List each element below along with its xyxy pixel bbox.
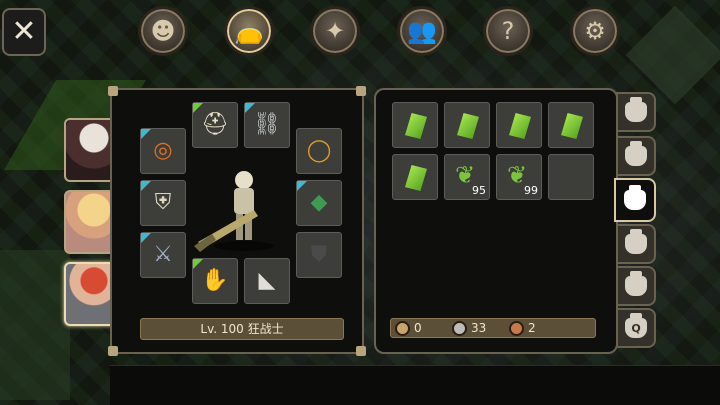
weapon-slot[interactable]: ⚔ <box>140 232 186 278</box>
bag-tab-1[interactable] <box>616 92 656 132</box>
ring-slot-left[interactable]: ◎ <box>140 128 186 174</box>
green-gem-icon <box>561 113 583 139</box>
bag-tab-4[interactable] <box>616 224 656 264</box>
item-quantity: 99 <box>524 184 538 197</box>
tab-settings[interactable]: ⚙ <box>570 6 620 56</box>
inventory-slot[interactable]: ❦ 99 <box>496 154 542 200</box>
armor-icon: ⛨ <box>154 190 172 215</box>
level-class-label: Lv. 100 狂战士 <box>140 318 344 340</box>
hero-character-sprite <box>194 171 274 252</box>
bag-tab-5[interactable] <box>616 266 656 306</box>
inventory-slot[interactable] <box>444 102 490 148</box>
ring-slot-right[interactable]: ◯ <box>296 128 342 174</box>
boots-icon: ◣ <box>258 268 276 293</box>
bag-tab-3[interactable] <box>614 178 656 222</box>
shield-icon: ⛊ <box>310 242 328 267</box>
close-button[interactable]: ✕ <box>2 8 46 56</box>
profile-head-icon: ☻ <box>150 17 176 45</box>
necklace-icon: ⛓ <box>253 112 281 137</box>
helmet-slot[interactable]: ⛑ <box>192 102 238 148</box>
inventory-slot[interactable] <box>496 102 542 148</box>
boots-slot[interactable]: ◣ <box>244 258 290 304</box>
ring-icon: ◎ <box>153 138 173 163</box>
tab-skills[interactable]: ✦ <box>310 6 360 56</box>
green-gem-icon <box>405 165 427 191</box>
armor-slot[interactable]: ⛨ <box>140 180 186 226</box>
quest-bag-label: Q <box>631 322 641 335</box>
necklace-slot[interactable]: ⛓ <box>244 102 290 148</box>
bag-icon <box>625 97 647 122</box>
bag-icon <box>624 185 646 210</box>
gloves-slot[interactable]: ✋ <box>192 258 238 304</box>
panel-corner <box>356 86 366 96</box>
quest-scroll-icon: ? <box>501 17 515 45</box>
inventory-slot-empty[interactable] <box>548 154 594 200</box>
copper-coin-icon <box>509 320 524 336</box>
panel-corner <box>356 346 366 356</box>
stone-floor <box>625 5 720 105</box>
shield-slot[interactable]: ⛊ <box>296 232 342 278</box>
ring-icon: ◯ <box>306 138 332 163</box>
gold-coin-icon <box>395 320 410 336</box>
party-icon: 👥 <box>407 17 437 45</box>
inventory-slot[interactable] <box>392 154 438 200</box>
tab-quests[interactable]: ? <box>483 6 533 56</box>
bag-icon <box>625 141 647 166</box>
bag-tab-quest[interactable]: Q <box>616 308 656 348</box>
grass-tile <box>0 250 70 400</box>
gold-amount: 0 <box>414 321 422 335</box>
gloves-icon: ✋ <box>201 268 229 293</box>
green-gem-icon <box>457 113 479 139</box>
quest-bag-icon: Q <box>625 313 647 338</box>
item-quantity: 95 <box>472 184 486 197</box>
bag-icon <box>625 229 647 254</box>
bag-icon <box>625 271 647 296</box>
gear-icon: ⚙ <box>584 17 606 45</box>
green-gem-icon <box>405 113 427 139</box>
panel-corner <box>108 86 118 96</box>
inventory-slot[interactable] <box>392 102 438 148</box>
bag-icon: 👝 <box>234 17 264 45</box>
tab-inventory[interactable]: 👝 <box>224 6 274 56</box>
silver-amount: 33 <box>471 321 487 335</box>
inventory-slot[interactable]: ❦ 95 <box>444 154 490 200</box>
bag-tab-2[interactable] <box>616 136 656 176</box>
cape-slot[interactable]: ◆ <box>296 180 342 226</box>
cape-icon: ◆ <box>310 190 328 215</box>
skill-compass-icon: ✦ <box>324 17 346 45</box>
tab-profile[interactable]: ☻ <box>138 6 188 56</box>
currency-bar: 0 33 2 <box>390 318 596 338</box>
tab-party[interactable]: 👥 <box>397 6 447 56</box>
close-icon: ✕ <box>11 14 37 49</box>
copper-amount: 2 <box>528 321 536 335</box>
panel-corner <box>108 346 118 356</box>
sword-icon: ⚔ <box>153 242 173 267</box>
inventory-slot[interactable] <box>548 102 594 148</box>
silver-coin-icon <box>452 320 467 336</box>
green-gem-icon <box>509 113 531 139</box>
helmet-icon: ⛑ <box>201 112 229 137</box>
bottom-hud-bar <box>110 365 720 405</box>
